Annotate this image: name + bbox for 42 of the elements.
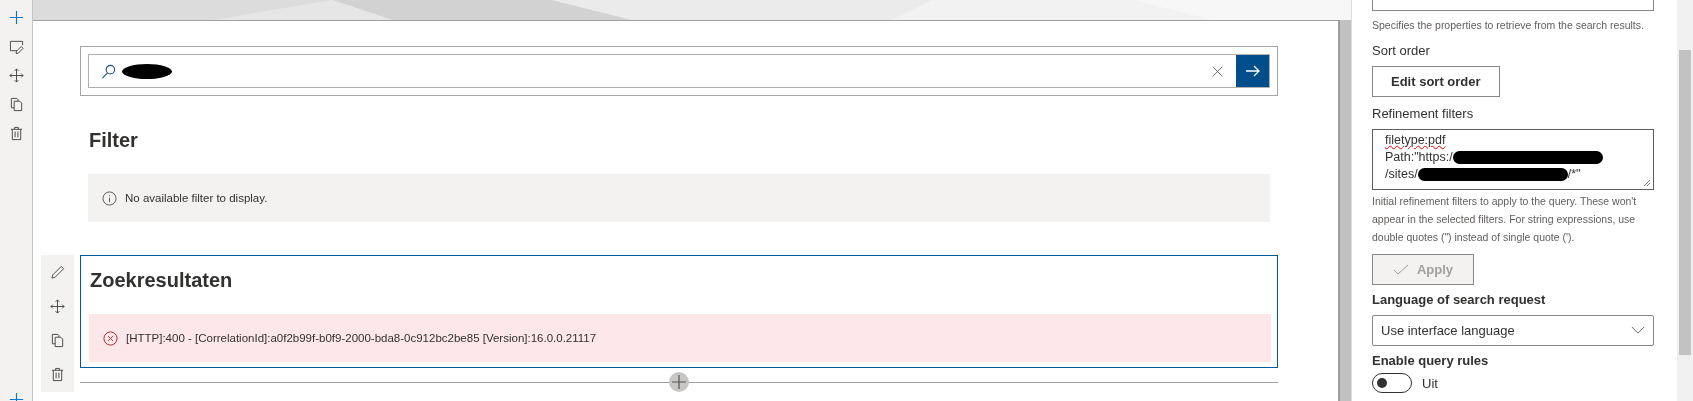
field-label: Sort order	[1372, 42, 1431, 60]
error-icon	[103, 330, 118, 346]
filter-text: /*"	[1567, 166, 1581, 183]
add-icon[interactable]	[8, 10, 24, 25]
language-dropdown[interactable]: Use interface language	[1372, 315, 1654, 346]
field-label: Enable query rules	[1372, 352, 1490, 370]
copy-icon[interactable]	[50, 333, 65, 349]
scrollbar[interactable]	[1339, 20, 1351, 401]
info-message: No available filter to display.	[125, 192, 268, 204]
field-label: Refinement filters	[1372, 105, 1475, 123]
error-message: [HTTP]:400 - [CorrelationId]:a0f2b99f-b0f9-2000-bda8-0c912bc2be85 [Version]:16.0.0.21117	[126, 332, 597, 344]
field-label: Language of search request	[1372, 291, 1547, 309]
scrollbar-thumb[interactable]	[1679, 50, 1691, 355]
add-section-icon[interactable]	[669, 372, 689, 392]
refinement-filters-field[interactable]: filetype:pdf Path:"https:/ /sites/ /*"	[1372, 129, 1654, 190]
webpart-title: Filter	[89, 128, 139, 153]
check-icon	[1392, 263, 1409, 276]
delete-icon[interactable]	[8, 126, 24, 141]
webpart-title: Zoekresultaten	[90, 268, 234, 293]
resize-grip-icon[interactable]	[1643, 179, 1651, 187]
search-icon	[101, 63, 116, 79]
copy-icon[interactable]	[8, 97, 24, 112]
filter-text: filetype:pdf	[1385, 132, 1446, 149]
search-button[interactable]	[1236, 55, 1269, 87]
move-icon[interactable]	[50, 298, 65, 314]
arrow-icon	[1244, 63, 1261, 79]
redaction-mark	[122, 63, 172, 79]
search-field[interactable]	[88, 54, 1270, 88]
filter-text: /sites/	[1385, 166, 1418, 183]
edit-icon[interactable]	[8, 39, 24, 54]
field-description: Initial refinement filters to apply to the query. These won't appear in the selected filters. For string expressions, use double quotes (") instead of single quote (').	[1372, 194, 1638, 245]
edit-icon[interactable]	[50, 264, 65, 280]
info-icon	[102, 190, 117, 206]
delete-icon[interactable]	[50, 367, 65, 383]
move-icon[interactable]	[8, 68, 24, 83]
chevron-down-icon	[1631, 326, 1645, 335]
edit-sort-order-button[interactable]: Edit sort order	[1372, 66, 1500, 97]
toggle-label: Uit	[1422, 375, 1438, 391]
clear-icon[interactable]	[1211, 64, 1224, 78]
field-description: Specifies the properties to retrieve from the search results.	[1372, 18, 1645, 33]
query-rules-toggle[interactable]	[1372, 373, 1412, 393]
filter-text: Path:"https:/	[1385, 149, 1453, 166]
